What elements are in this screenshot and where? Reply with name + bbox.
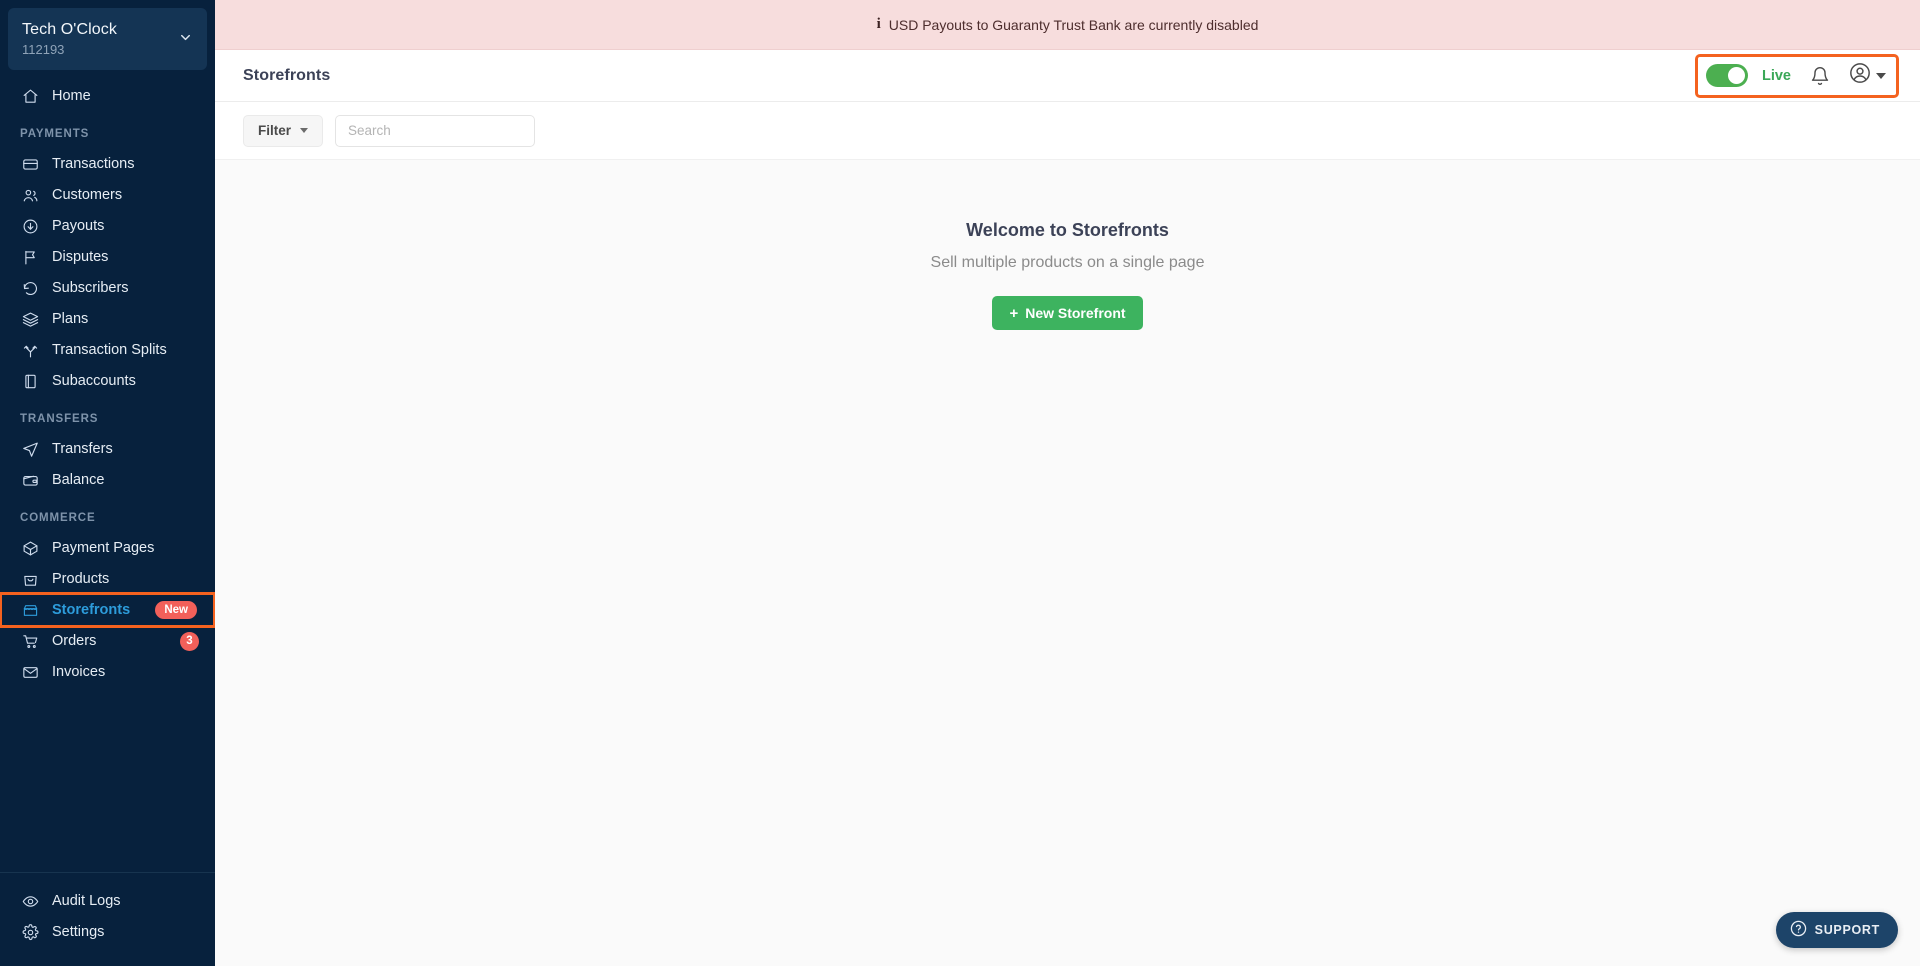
send-icon [20,439,40,459]
page-title: Storefronts [243,66,331,84]
storefront-icon [20,600,40,620]
empty-state-subtitle: Sell multiple products on a single page [930,254,1205,271]
layers-icon [20,309,40,329]
org-switcher[interactable]: Tech O'Clock 112193 [8,8,207,70]
sidebar-item-new-badge: New [155,601,197,619]
alert-banner-text: USD Payouts to Guaranty Trust Bank are c… [888,16,1259,33]
bell-icon[interactable] [1805,61,1835,91]
sidebar-item-transactions[interactable]: Transactions [0,149,215,179]
empty-state-title: Welcome to Storefronts [966,220,1169,240]
filter-button-label: Filter [258,123,292,138]
sidebar-item-label: Customers [52,187,123,203]
question-circle-icon [1790,920,1807,940]
card-icon [20,154,40,174]
caret-down-icon [300,128,309,133]
wallet-icon [20,470,40,490]
sidebar-item-label: Subaccounts [52,373,136,389]
sidebar-nav: Home PAYMENTS Transactions Customers Payouts… [0,70,215,872]
sidebar-item-label: Transfers [52,441,113,457]
sidebar-item-label: Subscribers [52,280,129,296]
sidebar-item-audit-logs[interactable]: Audit Logs [0,886,215,916]
sidebar-item-payouts[interactable]: Payouts [0,211,215,241]
sidebar-item-products[interactable]: Products [0,564,215,594]
sidebar-item-label: Disputes [52,249,109,265]
app-root: Tech O'Clock 112193 Home PAYMENTS Transact… [0,0,1920,966]
caret-down-icon [1876,72,1886,79]
chevron-down-icon [178,30,193,48]
support-button[interactable]: SUPPORT [1775,912,1898,948]
sidebar-section-title: TRANSFERS [20,413,99,425]
sidebar-item-orders[interactable]: Orders 3 [0,626,215,656]
book-icon [20,371,40,391]
sidebar-item-label: Home [52,88,91,104]
sidebar-item-subaccounts[interactable]: Subaccounts [0,366,215,396]
sidebar-item-balance[interactable]: Balance [0,465,215,495]
plus-icon: + [1009,304,1019,322]
sidebar-item-settings[interactable]: Settings [0,917,215,947]
sidebar-item-label: Settings [52,924,105,940]
sidebar-section-title: PAYMENTS [20,128,90,140]
gear-icon [20,922,40,942]
users-icon [20,185,40,205]
sidebar-item-transfers[interactable]: Transfers [0,434,215,464]
info-icon: i [876,16,881,32]
sidebar-item-label: Invoices [52,664,106,680]
org-name: Tech O'Clock [22,20,117,38]
mail-icon [20,662,40,682]
sidebar-item-plans[interactable]: Plans [0,304,215,334]
split-icon [20,340,40,360]
sidebar-item-label: Payment Pages [52,540,155,556]
sidebar-item-transaction-splits[interactable]: Transaction Splits [0,335,215,365]
support-button-label: SUPPORT [1814,923,1880,937]
sidebar-item-invoices[interactable]: Invoices [0,657,215,687]
empty-state: Welcome to Storefronts Sell multiple pro… [808,218,1328,966]
flag-icon [20,247,40,267]
search-input[interactable] [335,114,536,147]
live-mode-toggle[interactable] [1705,64,1748,87]
package-icon [20,538,40,558]
header-actions: Live [1694,53,1900,98]
org-text: Tech O'Clock 112193 [22,20,172,59]
main-area: i USD Payouts to Guaranty Trust Bank are… [215,0,1920,966]
page-header: Storefronts Live [215,50,1920,102]
sidebar-bottom-nav: Audit Logs Settings [0,872,215,966]
sidebar-item-label: Transactions [52,156,135,172]
home-icon [20,86,40,106]
sidebar-item-subscribers[interactable]: Subscribers [0,273,215,303]
eye-icon [20,891,40,911]
sidebar-item-label: Payouts [52,218,105,234]
filter-button[interactable]: Filter [243,114,324,147]
sidebar-item-label: Orders [52,633,97,649]
sidebar-item-disputes[interactable]: Disputes [0,242,215,272]
sidebar-item-label: Products [52,571,110,587]
sidebar-item-home[interactable]: Home [0,81,215,111]
arrow-down-circle-icon [20,216,40,236]
alert-banner: i USD Payouts to Guaranty Trust Bank are… [215,0,1920,50]
new-storefront-button[interactable]: + New Storefront [992,296,1143,330]
mode-and-account-group: Live [1694,53,1900,98]
toggle-knob [1727,67,1745,84]
new-storefront-button-label: New Storefront [1025,305,1126,321]
sidebar-item-label: Storefronts [52,602,131,618]
sidebar-section-title: COMMERCE [20,512,96,524]
sidebar-item-label: Plans [52,311,89,327]
sidebar-item-payment-pages[interactable]: Payment Pages [0,533,215,563]
bag-icon [20,569,40,589]
sidebar-item-label: Audit Logs [52,893,121,909]
sidebar-item-storefronts[interactable]: Storefronts New [0,592,215,628]
content-area: Welcome to Storefronts Sell multiple pro… [215,160,1920,966]
org-id: 112193 [22,41,65,57]
sidebar-item-count-badge: 3 [180,631,199,651]
user-circle-icon [1849,62,1871,89]
account-menu[interactable] [1849,62,1886,89]
sidebar: Tech O'Clock 112193 Home PAYMENTS Transact… [0,0,215,966]
refresh-icon [20,278,40,298]
sidebar-item-customers[interactable]: Customers [0,180,215,210]
sidebar-item-label: Balance [52,472,105,488]
sidebar-item-label: Transaction Splits [52,342,167,358]
live-mode-label: Live [1761,67,1791,84]
filter-bar: Filter [215,102,1920,160]
cart-icon [20,631,40,651]
